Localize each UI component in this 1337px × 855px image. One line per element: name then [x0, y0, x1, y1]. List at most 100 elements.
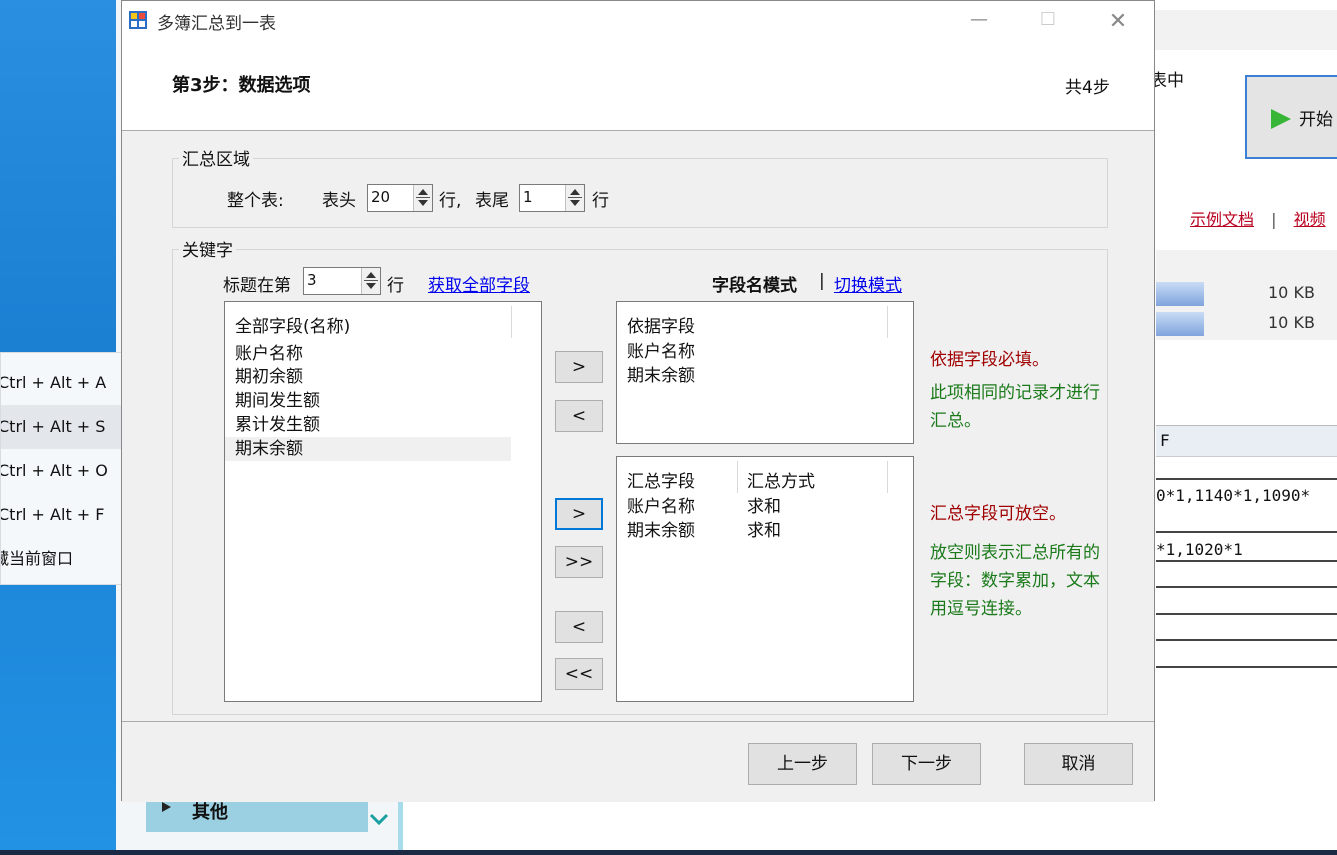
sheet-column-header: F [1156, 426, 1337, 457]
link-separator: | [1271, 210, 1277, 229]
list-header: 依据字段 [627, 317, 695, 337]
basis-fields-list[interactable]: 依据字段 账户名称 期末余额 [616, 301, 914, 444]
footer-rows-stepper[interactable]: 1 [519, 184, 585, 212]
file-size: 10 KB [1268, 313, 1315, 332]
dialog-footer: 上一步 下一步 取消 [122, 721, 1154, 802]
sheet-row-line [1156, 639, 1337, 641]
menu-item-shortcut[interactable]: Ctrl + Alt + F [1, 493, 141, 537]
menu-item-hide-window[interactable]: 藏当前窗口 [1, 537, 141, 581]
list-item[interactable]: 账户名称 [225, 342, 511, 366]
list-item[interactable]: 期末余额 求和 [617, 519, 913, 543]
title-row-label: 标题在第 [223, 276, 291, 296]
background-top-bar [1154, 10, 1337, 50]
app-icon [129, 11, 147, 29]
close-button[interactable]: ✕ [1098, 9, 1138, 34]
step-title: 第3步：数据选项 [172, 75, 311, 96]
file-bar-graphic [1156, 282, 1204, 306]
minimize-button[interactable]: — [959, 9, 999, 33]
sheet-row-line [1156, 531, 1337, 533]
dialog-body: 汇总区域 整个表: 表头 20 行, 表尾 1 行 关键字 标题在第 3 行 获… [122, 131, 1154, 721]
background-partial-text: 表中 [1150, 71, 1184, 91]
summary-field-name: 账户名称 [627, 497, 695, 517]
step-count: 共4步 [1065, 78, 1110, 98]
expand-arrow-icon [162, 802, 171, 812]
header-rows-label: 表头 [322, 191, 356, 211]
next-step-button[interactable]: 下一步 [872, 743, 981, 785]
summary-area-group [172, 158, 1108, 228]
merge-workbooks-dialog: 多簿汇总到一表 — ☐ ✕ 第3步：数据选项 共4步 汇总区域 整个表: 表头 … [121, 0, 1155, 802]
prev-step-button[interactable]: 上一步 [748, 743, 857, 785]
remove-basis-field-button[interactable]: < [555, 400, 603, 432]
add-basis-field-button[interactable]: > [555, 351, 603, 383]
cancel-button[interactable]: 取消 [1024, 743, 1133, 785]
summary-optional-note: 汇总字段可放空。 [930, 504, 1066, 524]
footer-rows-label: 表尾 [475, 191, 509, 211]
fetch-all-fields-link[interactable]: 获取全部字段 [428, 271, 530, 296]
keywords-title: 关键字 [179, 236, 236, 261]
sheet-cell: *1,1020*1 [1156, 540, 1243, 559]
list-header: 全部字段(名称) [235, 317, 351, 337]
sheet-row-line [1156, 560, 1337, 562]
sheet-row-line [1156, 478, 1337, 480]
stepper-arrows-icon[interactable] [565, 185, 584, 211]
step-header: 第3步：数据选项 共4步 [122, 41, 1154, 131]
list-item[interactable]: 累计发生额 [225, 413, 511, 437]
play-icon [1271, 109, 1291, 129]
footer-rows-value: 1 [523, 188, 533, 206]
taskbar-edge [0, 850, 1337, 855]
sheet-row-line [1156, 613, 1337, 615]
whole-table-label: 整个表: [227, 191, 284, 211]
list-item[interactable]: 账户名称 求和 [617, 495, 913, 519]
summary-description-note: 放空则表示汇总所有的字段：数字累加，文本用逗号连接。 [930, 543, 1100, 619]
basis-required-note: 依据字段必填。 [930, 350, 1049, 370]
background-links: 示例文档 | 视频 [1190, 206, 1326, 230]
column-separator [887, 306, 888, 338]
summary-area-title: 汇总区域 [179, 145, 253, 170]
menu-item-shortcut[interactable]: Ctrl + Alt + S [1, 405, 141, 449]
background-spreadsheet: F 0*1,1140*1,1090* *1,1020*1 [1156, 425, 1337, 696]
summary-method: 求和 [747, 521, 781, 541]
title-bar: 多簿汇总到一表 — ☐ ✕ [122, 1, 1154, 41]
sheet-row-line [1156, 666, 1337, 668]
title-row-value: 3 [307, 271, 317, 289]
summary-method: 求和 [747, 497, 781, 517]
chevron-down-icon[interactable] [368, 808, 390, 830]
header-rows-value: 20 [371, 188, 391, 206]
example-doc-link[interactable]: 示例文档 [1190, 210, 1254, 229]
sheet-col-label: F [1160, 431, 1170, 450]
switch-mode-link[interactable]: 切换模式 [834, 271, 902, 296]
window-title: 多簿汇总到一表 [157, 14, 276, 34]
start-button[interactable]: 开始 [1245, 75, 1337, 159]
list-item-selected[interactable]: 期末余额 [225, 437, 511, 461]
summary-fields-list[interactable]: 汇总字段 汇总方式 账户名称 求和 期末余额 求和 [616, 456, 914, 702]
video-link[interactable]: 视频 [1294, 210, 1326, 229]
add-summary-field-button[interactable]: > [555, 498, 603, 530]
basis-description-note: 此项相同的记录才进行汇总。 [930, 383, 1100, 431]
list-item[interactable]: 期初余额 [225, 365, 511, 389]
mode-separator: | [819, 271, 825, 291]
shortcut-menu: Ctrl + Alt + A Ctrl + Alt + S Ctrl + Alt… [0, 352, 141, 585]
add-all-summary-fields-button[interactable]: >> [555, 546, 603, 578]
list-header-field: 汇总字段 [627, 472, 695, 492]
list-item[interactable]: 期末余额 [617, 364, 695, 388]
header-rows-stepper[interactable]: 20 [367, 184, 433, 212]
list-item[interactable]: 账户名称 [617, 340, 695, 364]
remove-summary-field-button[interactable]: < [555, 611, 603, 643]
file-size: 10 KB [1268, 283, 1315, 302]
summary-field-name: 期末余额 [627, 521, 695, 541]
sheet-cell: 0*1,1140*1,1090* [1156, 486, 1311, 505]
start-button-label: 开始 [1299, 110, 1333, 130]
column-separator [511, 306, 512, 338]
all-fields-list[interactable]: 全部字段(名称) 账户名称 期初余额 期间发生额 累计发生额 期末余额 [224, 301, 542, 702]
remove-all-summary-fields-button[interactable]: << [555, 658, 603, 690]
menu-item-shortcut[interactable]: Ctrl + Alt + A [1, 361, 141, 405]
stepper-arrows-icon[interactable] [361, 268, 380, 294]
maximize-button[interactable]: ☐ [1028, 9, 1068, 33]
stepper-arrows-icon[interactable] [413, 185, 432, 211]
sheet-row-line [1156, 586, 1337, 588]
title-row-stepper[interactable]: 3 [303, 267, 381, 295]
file-bar-graphic [1156, 312, 1204, 336]
list-item[interactable]: 期间发生额 [225, 389, 511, 413]
menu-item-shortcut[interactable]: Ctrl + Alt + O [1, 449, 141, 493]
row-unit-label: 行, [439, 191, 462, 211]
